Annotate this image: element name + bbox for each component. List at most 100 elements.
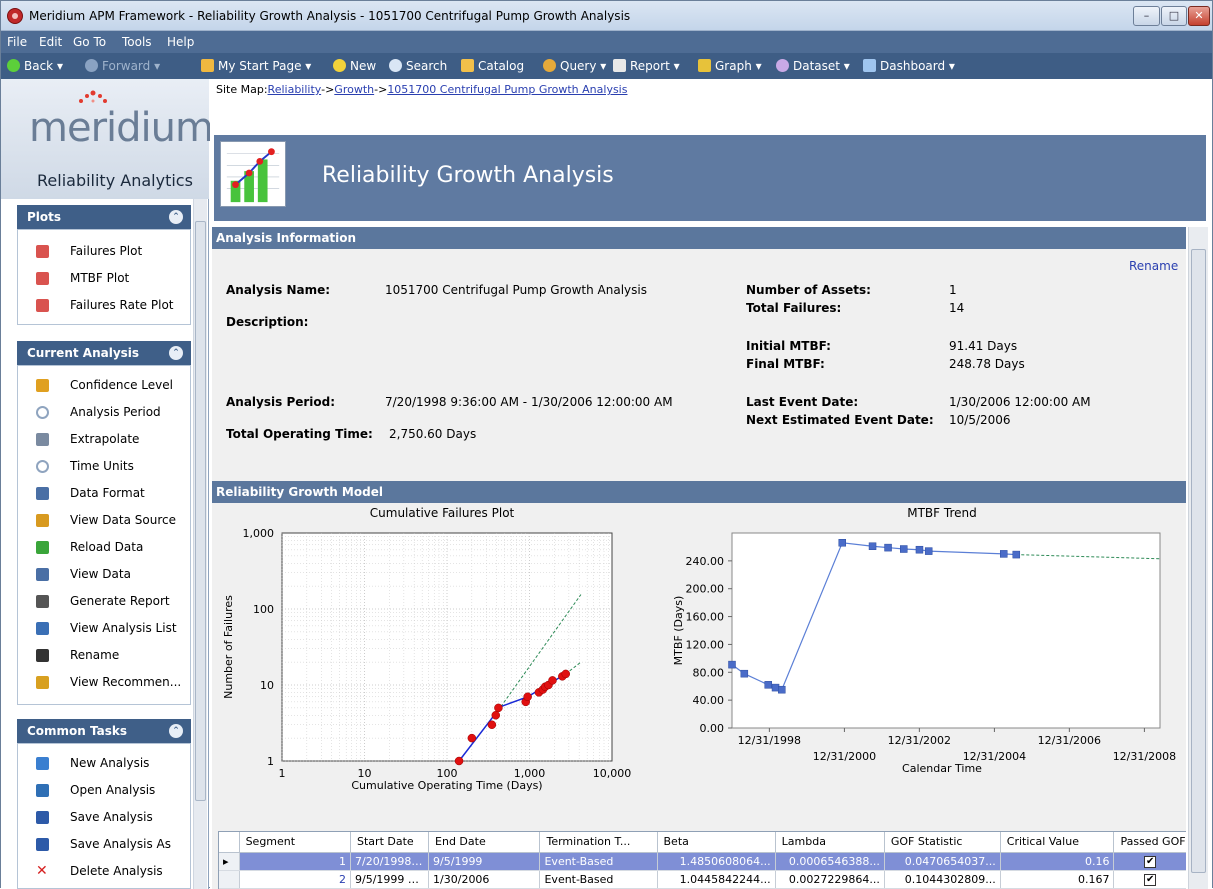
menu-help[interactable]: Help bbox=[167, 35, 194, 49]
segment-link[interactable]: 2 bbox=[339, 873, 346, 886]
analysis-information-header: Analysis Information bbox=[212, 227, 1186, 249]
y-axis-label: Number of Failures bbox=[222, 595, 235, 699]
breadcrumb-link-reliability[interactable]: Reliability bbox=[268, 83, 322, 96]
list-icon bbox=[36, 622, 49, 635]
y-tick-label: 120.00 bbox=[686, 638, 725, 651]
failure-point bbox=[454, 756, 464, 766]
segment-link[interactable]: 1 bbox=[339, 855, 346, 868]
common-tasks-panel-header[interactable]: Common Tasks ⌃ bbox=[17, 719, 191, 743]
sidebar-item-analysis-period[interactable]: Analysis Period bbox=[18, 399, 190, 426]
sidebar-item-failures-plot[interactable]: Failures Plot bbox=[18, 238, 190, 265]
sidebar-item-view-analysis-list[interactable]: View Analysis List bbox=[18, 615, 190, 642]
sidebar-scroll-thumb[interactable] bbox=[195, 221, 206, 801]
sidebar-item-generate-report[interactable]: Generate Report bbox=[18, 588, 190, 615]
my-start-page-button[interactable]: My Start Page ▾ bbox=[201, 58, 311, 74]
sidebar-item-reload-data[interactable]: Reload Data bbox=[18, 534, 190, 561]
sidebar-item-data-format[interactable]: Data Format bbox=[18, 480, 190, 507]
application-window: Meridium APM Framework - Reliability Gro… bbox=[0, 0, 1213, 889]
sidebar-item-time-units[interactable]: Time Units bbox=[18, 453, 190, 480]
table-row[interactable]: 2 9/5/1999 4:48:... 1/30/2006 Event-Base… bbox=[219, 870, 1186, 889]
dashboard-button[interactable]: Dashboard ▾ bbox=[863, 58, 955, 74]
menu-bar: File Edit Go To Tools Help bbox=[1, 31, 1212, 53]
column-header[interactable]: Critical Value bbox=[1000, 832, 1115, 853]
sidebar-item-save-analysis-as[interactable]: Save Analysis As bbox=[18, 831, 190, 858]
analysis-name-label: Analysis Name: bbox=[226, 283, 331, 297]
reliability-growth-model-header: Reliability Growth Model bbox=[212, 481, 1186, 503]
table-row[interactable]: ▸ 1 7/20/1998 9:3... 9/5/1999 Event-Base… bbox=[219, 852, 1186, 871]
sidebar-item-save-analysis[interactable]: Save Analysis bbox=[18, 804, 190, 831]
passed-gof-checkbox[interactable]: ✔ bbox=[1144, 856, 1157, 868]
sidebar-item-extrapolate[interactable]: Extrapolate bbox=[18, 426, 190, 453]
search-button[interactable]: Search bbox=[389, 58, 447, 74]
mtbf-point bbox=[868, 542, 877, 550]
menu-tools[interactable]: Tools bbox=[122, 35, 152, 49]
column-header[interactable]: GOF Statistic bbox=[884, 832, 1001, 853]
clock-icon bbox=[36, 460, 49, 473]
breadcrumb-link-analysis[interactable]: 1051700 Centrifugal Pump Growth Analysis bbox=[387, 83, 627, 96]
logo-subtitle: Reliability Analytics bbox=[37, 171, 193, 190]
column-header[interactable]: Start Date bbox=[350, 832, 430, 853]
row-selector-icon[interactable]: ▸ bbox=[219, 852, 240, 871]
sidebar-item-label: Time Units bbox=[70, 459, 134, 473]
menu-file[interactable]: File bbox=[7, 35, 27, 49]
new-button[interactable]: New bbox=[333, 58, 376, 74]
maximize-button[interactable]: □ bbox=[1161, 6, 1187, 26]
y-tick-label: 10 bbox=[260, 679, 274, 692]
column-header[interactable]: Passed GOF bbox=[1113, 832, 1186, 853]
sidebar-item-view-recommen[interactable]: View Recommen... bbox=[18, 669, 190, 696]
sidebar-item-mtbf-plot[interactable]: MTBF Plot bbox=[18, 265, 190, 292]
breadcrumb-link-growth[interactable]: Growth bbox=[334, 83, 374, 96]
graph-button[interactable]: Graph ▾ bbox=[698, 58, 762, 74]
column-header[interactable]: Segment bbox=[239, 832, 352, 853]
toolbar: Back ▾ Forward ▾ My Start Page ▾ New Sea… bbox=[1, 53, 1212, 79]
delete-icon: ✕ bbox=[36, 863, 48, 879]
content-scrollbar[interactable] bbox=[1188, 227, 1208, 889]
collapse-chevron-icon[interactable]: ⌃ bbox=[169, 346, 183, 360]
sidebar-item-open-analysis[interactable]: Open Analysis bbox=[18, 777, 190, 804]
report-icon bbox=[613, 59, 626, 72]
sidebar-item-view-data[interactable]: View Data bbox=[18, 561, 190, 588]
collapse-chevron-icon[interactable]: ⌃ bbox=[169, 210, 183, 224]
forward-button[interactable]: Forward ▾ bbox=[85, 58, 160, 74]
plots-panel-header[interactable]: Plots ⌃ bbox=[17, 205, 191, 229]
close-button[interactable]: ✕ bbox=[1188, 6, 1210, 26]
description-label: Description: bbox=[226, 315, 309, 329]
back-button[interactable]: Back ▾ bbox=[7, 58, 63, 74]
sidebar-item-label: Open Analysis bbox=[70, 783, 156, 797]
termination-type-cell: Event-Based bbox=[539, 870, 658, 889]
passed-gof-checkbox[interactable]: ✔ bbox=[1144, 874, 1157, 886]
mtbf-point bbox=[884, 543, 892, 552]
minimize-button[interactable]: – bbox=[1133, 6, 1160, 26]
content-scroll-thumb[interactable] bbox=[1191, 249, 1206, 873]
row-selector[interactable] bbox=[219, 870, 240, 889]
menu-edit[interactable]: Edit bbox=[39, 35, 62, 49]
column-header[interactable]: Beta bbox=[657, 832, 776, 853]
sidebar-scrollbar[interactable] bbox=[193, 199, 207, 889]
sidebar: meridium Reliability Analytics Plots ⌃ F… bbox=[1, 79, 214, 889]
sidebar-item-delete-analysis[interactable]: ✕ Delete Analysis bbox=[18, 858, 190, 885]
query-icon bbox=[36, 514, 49, 527]
sidebar-item-label: Reload Data bbox=[70, 540, 144, 554]
sidebar-item-rename[interactable]: Rename bbox=[18, 642, 190, 669]
current-analysis-panel-header[interactable]: Current Analysis ⌃ bbox=[17, 341, 191, 365]
menu-go-to[interactable]: Go To bbox=[73, 35, 106, 49]
last-event-date-label: Last Event Date: bbox=[746, 395, 859, 409]
report-button[interactable]: Report ▾ bbox=[613, 58, 680, 74]
sidebar-item-failures-rate-plot[interactable]: Failures Rate Plot bbox=[18, 292, 190, 319]
dataset-button[interactable]: Dataset ▾ bbox=[776, 58, 850, 74]
total-failures-label: Total Failures: bbox=[746, 301, 842, 315]
collapse-chevron-icon[interactable]: ⌃ bbox=[169, 724, 183, 738]
column-header[interactable]: Termination T... bbox=[539, 832, 658, 853]
query-button[interactable]: Query ▾ bbox=[543, 58, 606, 74]
column-header[interactable]: Lambda bbox=[775, 832, 885, 853]
sidebar-item-view-data-source[interactable]: View Data Source bbox=[18, 507, 190, 534]
column-header[interactable]: End Date bbox=[428, 832, 541, 853]
sidebar-item-confidence-level[interactable]: Confidence Level bbox=[18, 372, 190, 399]
rename-link[interactable]: Rename bbox=[1129, 259, 1178, 273]
y-tick-label: 100 bbox=[253, 603, 274, 616]
sidebar-item-new-analysis[interactable]: New Analysis bbox=[18, 750, 190, 777]
catalog-button[interactable]: Catalog bbox=[461, 58, 524, 74]
sidebar-item-label: Data Format bbox=[70, 486, 145, 500]
mtbf-point bbox=[764, 681, 772, 689]
y-tick-label: 1 bbox=[267, 755, 274, 768]
